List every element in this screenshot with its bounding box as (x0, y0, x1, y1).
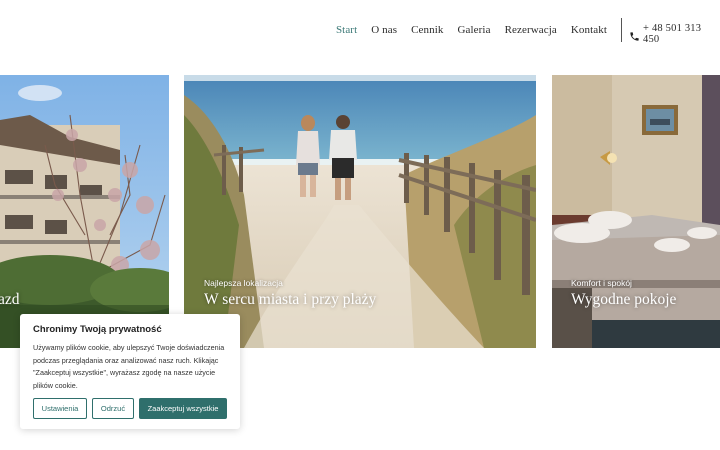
phone-number: + 48 501 313 450 (643, 23, 702, 45)
slide-beach[interactable]: Najlepsza lokalizacja W sercu miasta i p… (184, 75, 536, 348)
phone-link[interactable]: + 48 501 313 450 (629, 23, 720, 45)
cookie-actions: Ustawienia Odrzuć Zaakceptuj wszystkie (33, 398, 227, 419)
nav-item-o-nas[interactable]: O nas (371, 24, 397, 36)
site-header: Start O nas Cennik Galeria Rezerwacja Ko… (0, 0, 720, 62)
cookie-body-line: plików cookie. (33, 380, 78, 390)
slide-room[interactable]: Komfort i spokój Wygodne pokoje (552, 75, 720, 348)
nav-item-kontakt[interactable]: Kontakt (571, 24, 607, 36)
phone-icon (629, 29, 640, 41)
slide-title: Wygodne pokoje (571, 291, 677, 308)
nav-item-rezerwacja[interactable]: Rezerwacja (505, 24, 557, 36)
slide-title: W sercu miasta i przy plaży (204, 291, 377, 308)
nav-item-galeria[interactable]: Galeria (457, 24, 490, 36)
cookie-body-line: podczas przeglądania oraz analizować nas… (33, 355, 219, 365)
cookie-body-line: Używamy plików cookie, aby ulepszyć Twoj… (33, 343, 225, 352)
main-nav: Start O nas Cennik Galeria Rezerwacja Ko… (336, 24, 607, 36)
slide-subtitle: Najlepsza lokalizacja (204, 278, 283, 288)
cookie-banner: Chronimy Twoją prywatność Używamy plików… (20, 314, 240, 429)
building-photo (0, 75, 169, 348)
cookie-accept-button[interactable]: Zaakceptuj wszystkie (139, 398, 227, 419)
nav-divider (621, 18, 622, 42)
nav-item-cennik[interactable]: Cennik (411, 24, 443, 36)
slide-subtitle: Komfort i spokój (571, 278, 632, 288)
cookie-settings-button[interactable]: Ustawienia (33, 398, 87, 419)
cookie-reject-button[interactable]: Odrzuć (92, 398, 134, 419)
slide-building[interactable]: azd (0, 75, 169, 348)
cookie-title: Chronimy Twoją prywatność (33, 324, 162, 335)
slide-title: azd (0, 291, 20, 308)
cookie-body: Używamy plików cookie, aby ulepszyć Twoj… (33, 342, 228, 392)
nav-item-start[interactable]: Start (336, 24, 357, 36)
cookie-body-line: "Zaakceptuj wszystkie", wyrażasz zgodę n… (33, 368, 216, 377)
